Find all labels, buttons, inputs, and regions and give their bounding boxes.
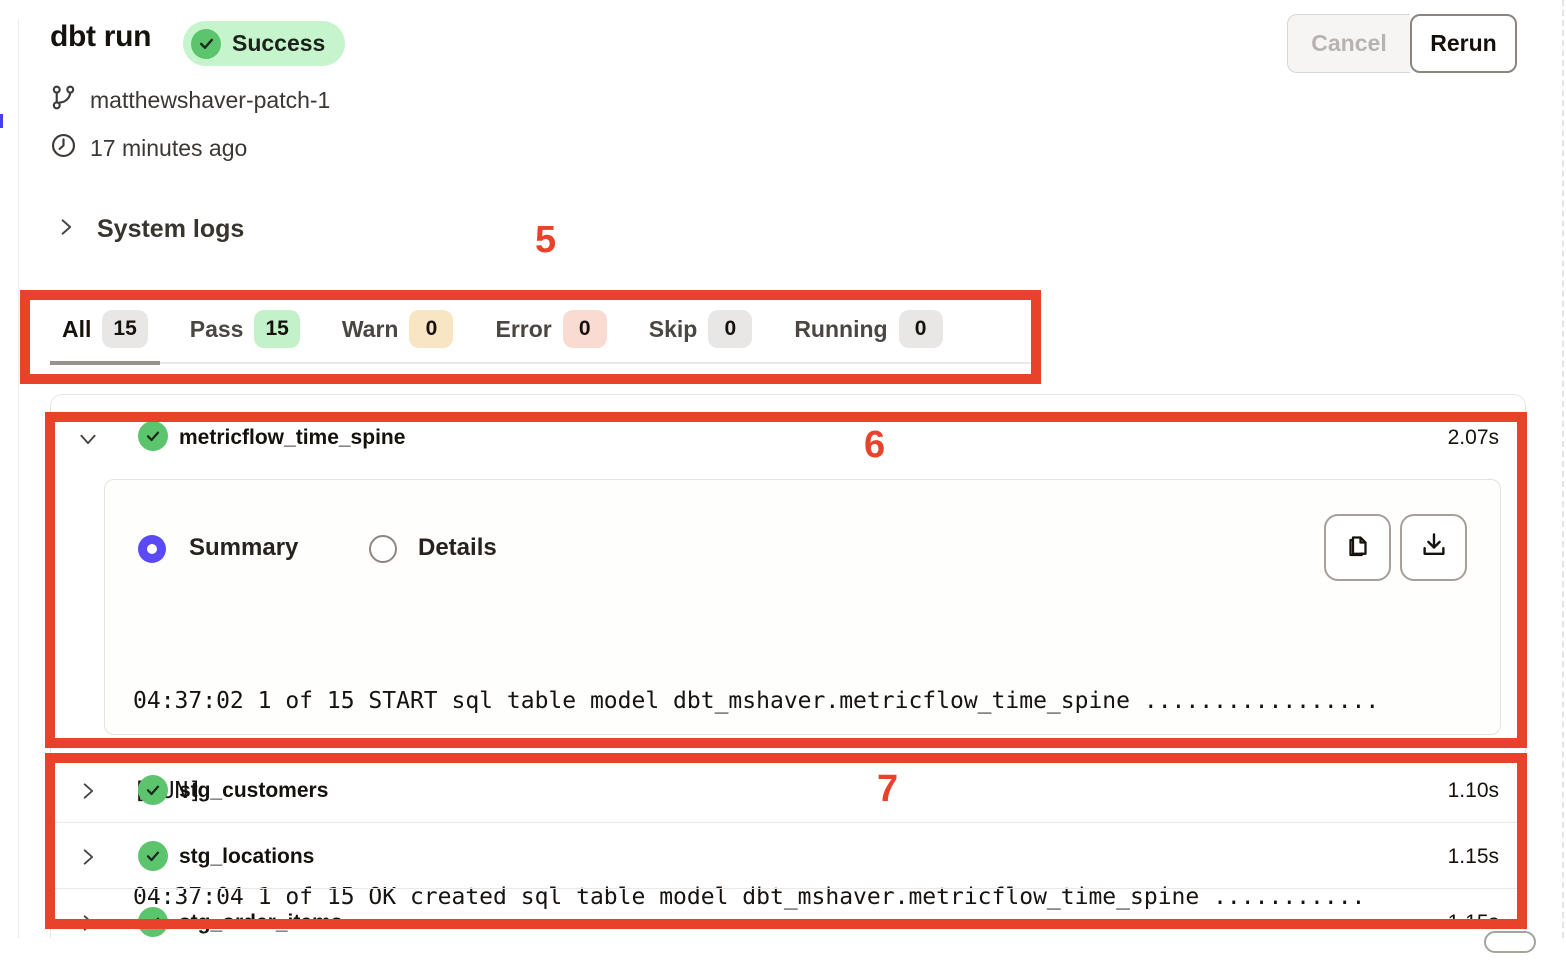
download-log-button[interactable]	[1400, 514, 1467, 581]
tab-all-label: All	[62, 316, 91, 343]
tab-warn-count: 0	[409, 310, 453, 348]
model-success-icon	[138, 907, 168, 937]
time-row: 17 minutes ago	[50, 132, 247, 165]
rerun-button[interactable]: Rerun	[1410, 14, 1517, 73]
clock-icon	[50, 132, 77, 165]
tab-all[interactable]: All 15	[50, 302, 160, 365]
chevron-right-icon[interactable]	[78, 847, 98, 872]
model-name[interactable]: stg_locations	[179, 845, 314, 869]
model-results-list: metricflow_time_spine 2.07s Summary Deta…	[50, 394, 1526, 938]
blue-tick-artifact	[0, 114, 3, 128]
tab-skip-count: 0	[708, 310, 752, 348]
success-check-icon	[191, 29, 221, 59]
page-left-border	[18, 20, 19, 938]
tab-warn-label: Warn	[342, 316, 399, 343]
cancel-button[interactable]: Cancel	[1287, 14, 1410, 73]
model-success-icon	[138, 775, 168, 805]
tab-pass[interactable]: Pass 15	[178, 302, 312, 365]
log-line: 04:37:02 1 of 15 START sql table model d…	[133, 686, 1443, 716]
model-name[interactable]: stg_order_items	[179, 911, 342, 935]
summary-radio[interactable]	[138, 535, 166, 563]
tab-all-count: 15	[102, 310, 147, 348]
details-radio-label[interactable]: Details	[418, 534, 497, 562]
branch-name: matthewshaver-patch-1	[90, 87, 330, 114]
copy-log-button[interactable]	[1324, 514, 1391, 581]
tab-pass-label: Pass	[190, 316, 244, 343]
download-icon	[1419, 530, 1449, 565]
model-duration: 1.10s	[1448, 779, 1499, 803]
chevron-down-icon[interactable]	[78, 429, 98, 454]
model-duration: 1.15s	[1448, 845, 1499, 869]
tab-warn[interactable]: Warn 0	[330, 302, 466, 365]
tab-running-label: Running	[794, 316, 887, 343]
summary-radio-label[interactable]: Summary	[189, 534, 298, 562]
page-title: dbt run	[50, 20, 151, 54]
log-line: [RUN]	[133, 776, 1443, 806]
chevron-right-icon[interactable]	[78, 913, 98, 938]
chevron-right-icon	[56, 217, 76, 242]
row-divider	[51, 822, 1525, 823]
git-branch-icon	[50, 84, 77, 117]
chevron-right-icon[interactable]	[78, 781, 98, 806]
status-badge: Success	[183, 21, 345, 66]
tab-skip[interactable]: Skip 0	[637, 302, 765, 365]
system-logs-toggle[interactable]: System logs	[56, 215, 244, 244]
details-radio[interactable]	[369, 535, 397, 563]
run-time-ago: 17 minutes ago	[90, 135, 247, 162]
model-name[interactable]: stg_customers	[179, 779, 328, 803]
model-success-icon	[138, 421, 168, 451]
model-duration: 2.07s	[1448, 426, 1499, 450]
copy-icon	[1343, 530, 1373, 565]
log-panel: Summary Details 04:37:02 1 of 15 START s…	[104, 479, 1501, 735]
annotation-number-5: 5	[535, 219, 556, 262]
status-tabbar: All 15 Pass 15 Warn 0 Error 0 Skip 0 Run…	[50, 302, 1035, 364]
tab-error-label: Error	[495, 316, 551, 343]
log-line: 04:37:04 1 of 15 OK created sql table mo…	[133, 882, 1443, 912]
tab-error-count: 0	[563, 310, 607, 348]
system-logs-label: System logs	[97, 215, 244, 244]
tab-running-count: 0	[899, 310, 943, 348]
tab-pass-count: 15	[254, 310, 299, 348]
tab-running[interactable]: Running 0	[782, 302, 954, 365]
right-edge-dashes	[1562, 0, 1564, 938]
branch-row: matthewshaver-patch-1	[50, 84, 330, 117]
tab-error[interactable]: Error 0	[483, 302, 618, 365]
status-badge-label: Success	[232, 30, 325, 57]
model-name[interactable]: metricflow_time_spine	[179, 426, 405, 450]
tab-skip-label: Skip	[649, 316, 698, 343]
run-actions: Cancel Rerun	[1287, 14, 1517, 73]
bottom-cropped-button[interactable]	[1484, 931, 1536, 953]
row-divider	[51, 888, 1525, 889]
model-success-icon	[138, 841, 168, 871]
